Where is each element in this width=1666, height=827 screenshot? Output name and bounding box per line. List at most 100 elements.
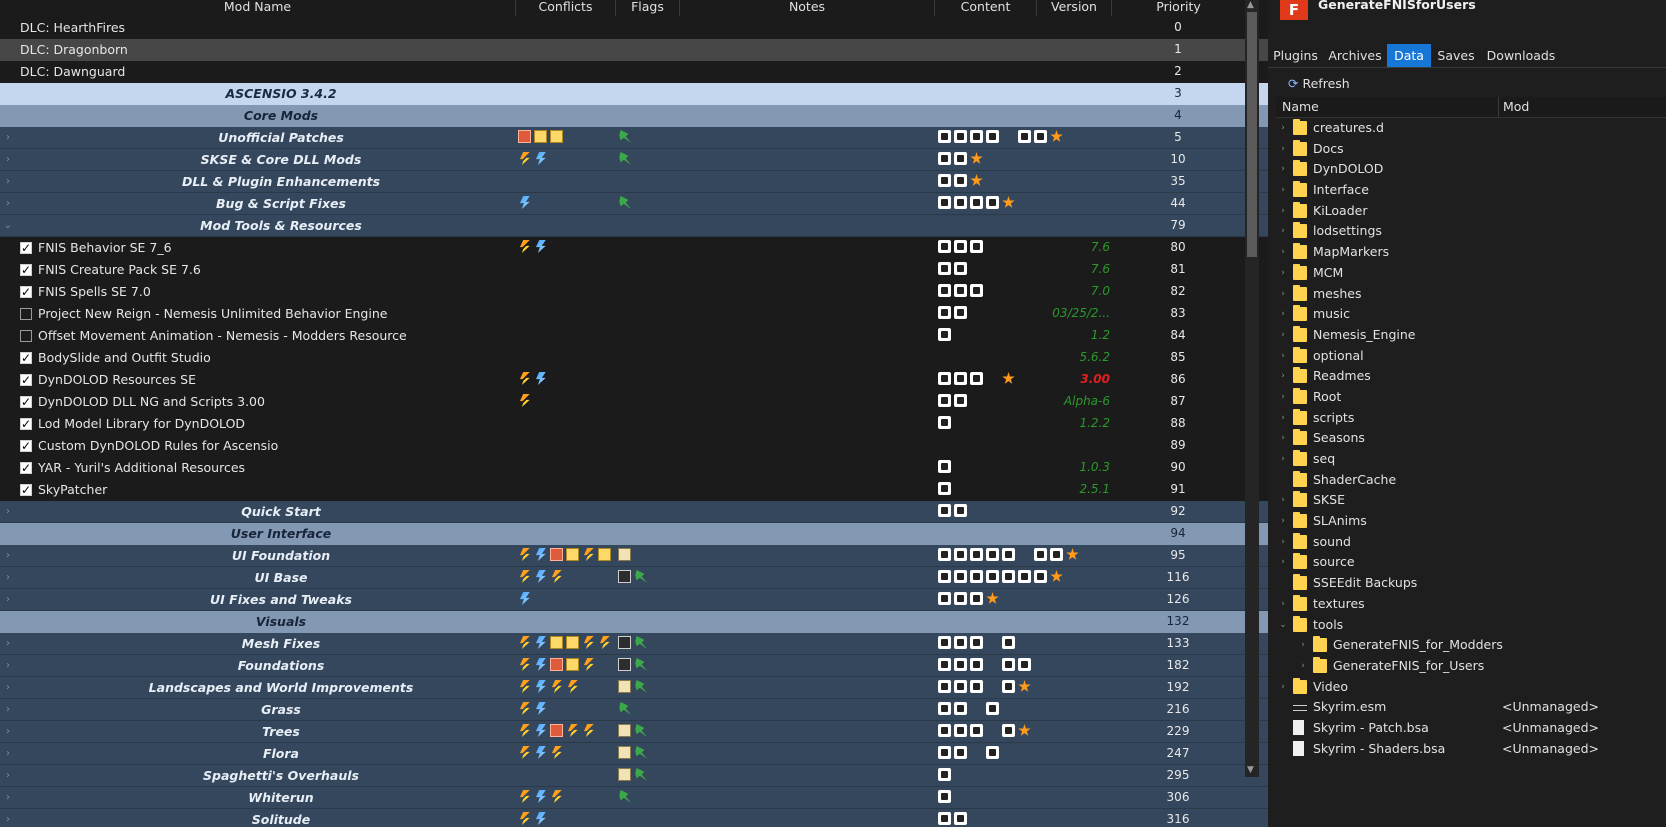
mod-row[interactable]: DynDOLOD Resources SE 3.00 86: [0, 369, 1320, 391]
separator-row[interactable]: › Bug & Script Fixes 44: [0, 193, 1320, 215]
tree-file-row[interactable]: Skyrim.esm <Unmanaged>: [1276, 697, 1666, 718]
expand-arrow-icon[interactable]: ›: [2, 149, 14, 171]
expand-arrow-icon[interactable]: ›: [1278, 387, 1288, 407]
mod-enabled-checkbox[interactable]: [20, 392, 32, 413]
expand-arrow-icon[interactable]: ›: [1278, 118, 1288, 138]
expand-arrow-icon[interactable]: ›: [1278, 408, 1288, 428]
scroll-down-icon[interactable]: ▼: [1247, 765, 1254, 775]
expand-arrow-icon[interactable]: ›: [1278, 532, 1288, 552]
tree-folder-row[interactable]: › Docs: [1276, 139, 1666, 160]
column-header-content[interactable]: Content: [935, 0, 1037, 16]
tree-folder-row[interactable]: › Interface: [1276, 180, 1666, 201]
separator-row[interactable]: ASCENSIO 3.4.2 3: [0, 83, 1320, 105]
expand-arrow-icon[interactable]: ›: [2, 633, 14, 655]
mod-row[interactable]: DLC: Dragonborn 1: [0, 39, 1320, 61]
separator-row[interactable]: › Foundations 182: [0, 655, 1320, 677]
mod-row[interactable]: Offset Movement Animation - Nemesis - Mo…: [0, 325, 1320, 347]
separator-row[interactable]: › Quick Start 92: [0, 501, 1320, 523]
collapse-arrow-icon[interactable]: ⌄: [1278, 615, 1288, 635]
tree-folder-row[interactable]: › Seasons: [1276, 428, 1666, 449]
separator-row[interactable]: › Trees 229: [0, 721, 1320, 743]
mod-row[interactable]: SkyPatcher 2.5.1 91: [0, 479, 1320, 501]
refresh-button[interactable]: ⟳ Refresh: [1288, 74, 1350, 94]
tree-column-mod[interactable]: Mod: [1498, 97, 1529, 117]
expand-arrow-icon[interactable]: ›: [2, 171, 14, 193]
separator-row[interactable]: User Interface 94: [0, 523, 1320, 545]
separator-row[interactable]: Visuals 132: [0, 611, 1320, 633]
expand-arrow-icon[interactable]: ›: [1278, 201, 1288, 221]
mod-row[interactable]: Lod Model Library for DynDOLOD 1.2.2 88: [0, 413, 1320, 435]
mod-enabled-checkbox[interactable]: [20, 330, 32, 342]
tree-folder-row[interactable]: SSEEdit Backups: [1276, 573, 1666, 594]
tab-downloads[interactable]: Downloads: [1481, 44, 1561, 67]
separator-row[interactable]: Core Mods 4: [0, 105, 1320, 127]
mod-row[interactable]: DLC: Dawnguard 2: [0, 61, 1320, 83]
expand-arrow-icon[interactable]: ›: [1278, 242, 1288, 262]
mod-enabled-checkbox[interactable]: [20, 282, 32, 303]
mod-row[interactable]: YAR - Yuril's Additional Resources 1.0.3 9…: [0, 457, 1320, 479]
tree-folder-row[interactable]: › Nemesis_Engine: [1276, 325, 1666, 346]
mod-enabled-checkbox[interactable]: [20, 480, 32, 501]
mod-row[interactable]: BodySlide and Outfit Studio 5.6.2 85: [0, 347, 1320, 369]
expand-arrow-icon[interactable]: ›: [2, 127, 14, 149]
tree-column-name[interactable]: Name: [1282, 97, 1319, 117]
expand-arrow-icon[interactable]: ›: [1298, 656, 1308, 676]
mod-enabled-checkbox[interactable]: [20, 370, 32, 391]
tab-archives[interactable]: Archives: [1323, 44, 1387, 67]
separator-row[interactable]: › UI Fixes and Tweaks 126: [0, 589, 1320, 611]
mod-row[interactable]: FNIS Spells SE 7.0 7.0 82: [0, 281, 1320, 303]
expand-arrow-icon[interactable]: ›: [1278, 346, 1288, 366]
expand-arrow-icon[interactable]: ›: [1278, 490, 1288, 510]
tree-folder-row[interactable]: › SKSE: [1276, 490, 1666, 511]
expand-arrow-icon[interactable]: ›: [1278, 221, 1288, 241]
separator-row[interactable]: › Flora 247: [0, 743, 1320, 765]
expand-arrow-icon[interactable]: ›: [1278, 511, 1288, 531]
tree-folder-row[interactable]: › GenerateFNIS_for_Modders: [1276, 635, 1666, 656]
expand-arrow-icon[interactable]: ›: [1278, 325, 1288, 345]
expand-arrow-icon[interactable]: ›: [1298, 635, 1308, 655]
tree-folder-row[interactable]: › SLAnims: [1276, 511, 1666, 532]
tree-folder-row[interactable]: › sound: [1276, 532, 1666, 553]
expand-arrow-icon[interactable]: ›: [1278, 284, 1288, 304]
tree-folder-row[interactable]: ShaderCache: [1276, 470, 1666, 491]
tree-folder-row[interactable]: › Readmes: [1276, 366, 1666, 387]
column-header-version[interactable]: Version: [1037, 0, 1112, 16]
tree-folder-row[interactable]: › MCM: [1276, 263, 1666, 284]
tree-file-row[interactable]: Skyrim - Patch.bsa <Unmanaged>: [1276, 718, 1666, 739]
column-header-priority[interactable]: Priority: [1112, 0, 1245, 16]
scrollbar-thumb[interactable]: [1247, 12, 1257, 257]
tree-folder-row[interactable]: › source: [1276, 552, 1666, 573]
expand-arrow-icon[interactable]: ›: [1278, 594, 1288, 614]
tree-folder-row[interactable]: › DynDOLOD: [1276, 159, 1666, 180]
mod-enabled-checkbox[interactable]: [20, 458, 32, 479]
tree-folder-row[interactable]: › textures: [1276, 594, 1666, 615]
expand-arrow-icon[interactable]: ›: [1278, 139, 1288, 159]
mod-enabled-checkbox[interactable]: [20, 414, 32, 435]
tree-folder-row[interactable]: › MapMarkers: [1276, 242, 1666, 263]
tree-folder-row[interactable]: › seq: [1276, 449, 1666, 470]
separator-row[interactable]: › SKSE & Core DLL Mods 10: [0, 149, 1320, 171]
separator-row[interactable]: › Unofficial Patches 5: [0, 127, 1320, 149]
tree-folder-row[interactable]: › Video: [1276, 677, 1666, 698]
column-header-notes[interactable]: Notes: [680, 0, 935, 16]
mod-row[interactable]: FNIS Behavior SE 7_6 7.6 80: [0, 237, 1320, 259]
mod-row[interactable]: DLC: HearthFires 0: [0, 17, 1320, 39]
mod-enabled-checkbox[interactable]: [20, 348, 32, 369]
separator-row[interactable]: ⌄ Mod Tools & Resources 79: [0, 215, 1320, 237]
tab-data[interactable]: Data: [1387, 44, 1431, 67]
mod-row[interactable]: DynDOLOD DLL NG and Scripts 3.00 Alpha-6 8…: [0, 391, 1320, 413]
expand-arrow-icon[interactable]: ›: [1278, 159, 1288, 179]
mod-row[interactable]: Custom DynDOLOD Rules for Ascensio 89: [0, 435, 1320, 457]
mod-enabled-checkbox[interactable]: [20, 436, 32, 457]
mod-enabled-checkbox[interactable]: [20, 308, 32, 320]
tree-folder-row[interactable]: › creatures.d: [1276, 118, 1666, 139]
expand-arrow-icon[interactable]: ›: [2, 589, 14, 611]
expand-arrow-icon[interactable]: ›: [2, 545, 14, 567]
column-header-mod-name[interactable]: Mod Name: [0, 0, 516, 16]
tree-folder-row[interactable]: › lodsettings: [1276, 221, 1666, 242]
expand-arrow-icon[interactable]: ›: [2, 765, 14, 787]
tab-saves[interactable]: Saves: [1431, 44, 1481, 67]
expand-arrow-icon[interactable]: ›: [2, 567, 14, 589]
separator-row[interactable]: › UI Base 116: [0, 567, 1320, 589]
column-header-conflicts[interactable]: Conflicts: [516, 0, 616, 16]
